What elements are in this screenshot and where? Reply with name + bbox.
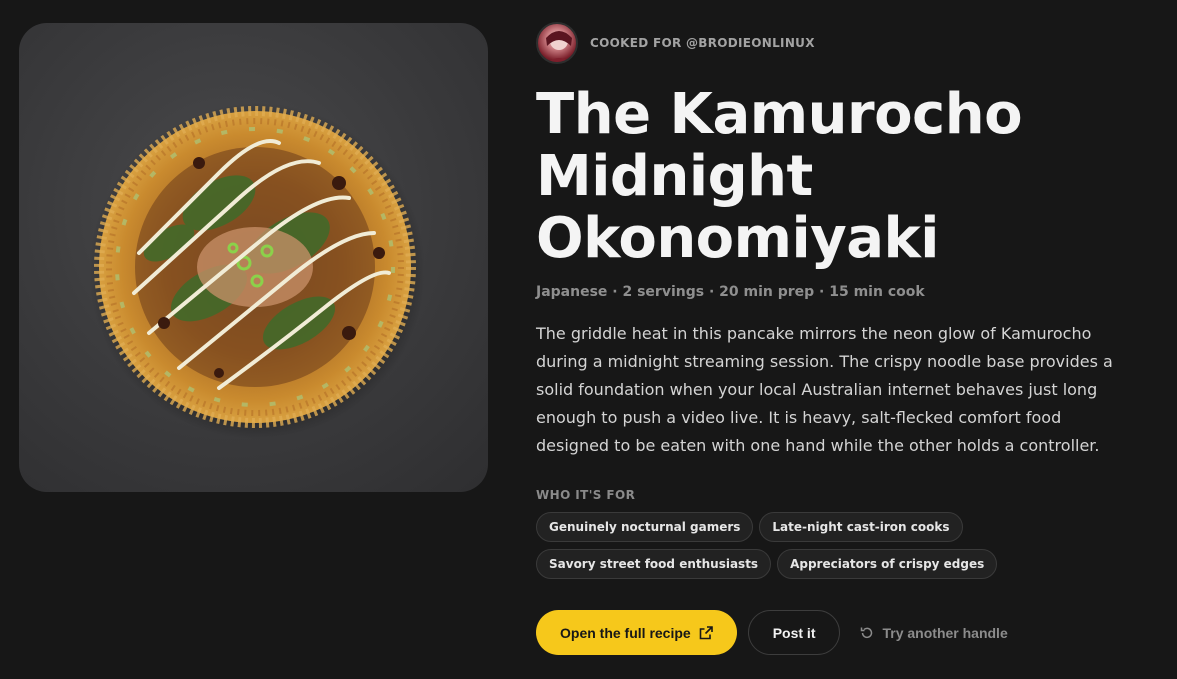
audience-label: WHO IT'S FOR bbox=[536, 488, 636, 502]
open-recipe-label: Open the full recipe bbox=[560, 624, 691, 641]
open-recipe-button[interactable]: Open the full recipe bbox=[536, 610, 737, 655]
cooked-for-label: COOKED FOR @BRODIEONLINUX bbox=[590, 36, 815, 50]
post-label: Post it bbox=[772, 624, 816, 641]
audience-chip: Genuinely nocturnal gamers bbox=[536, 512, 754, 542]
refresh-icon bbox=[861, 627, 873, 638]
try-another-handle-button[interactable]: Try another handle bbox=[860, 610, 1008, 655]
external-link-icon bbox=[699, 625, 713, 639]
recipe-description: The griddle heat in this pancake mirrors… bbox=[536, 324, 1113, 455]
recipe-meta: Japanese · 2 servings · 20 min prep · 15… bbox=[536, 284, 925, 300]
okonomiyaki-image bbox=[89, 103, 425, 439]
action-bar: Open the full recipe Post it Try another… bbox=[536, 610, 1166, 655]
audience-chips: Genuinely nocturnal gamers Late-night ca… bbox=[536, 512, 1166, 579]
recipe-content: COOKED FOR @BRODIEONLINUX The Kamurocho … bbox=[536, 22, 1166, 655]
audience-chip: Appreciators of crispy edges bbox=[777, 549, 998, 579]
audience-chip: Late-night cast-iron cooks bbox=[759, 512, 963, 542]
avatar-icon bbox=[536, 22, 578, 64]
try-another-handle-label: Try another handle bbox=[882, 624, 1008, 641]
recipe-title: The Kamurocho Midnight Okonomiyaki bbox=[536, 82, 1023, 271]
recipe-photo bbox=[19, 23, 488, 492]
author-row: COOKED FOR @BRODIEONLINUX bbox=[536, 22, 1166, 64]
audience-chip: Savory street food enthusiasts bbox=[536, 549, 772, 579]
post-button[interactable]: Post it bbox=[747, 610, 841, 655]
